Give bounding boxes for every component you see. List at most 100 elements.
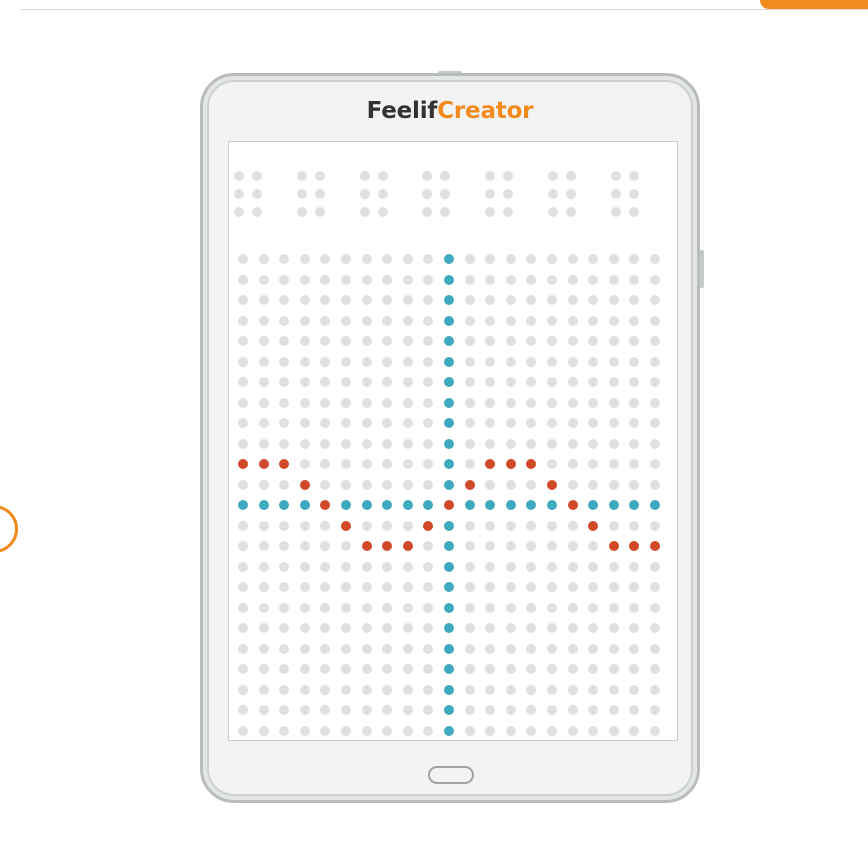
grid-dot — [279, 684, 290, 695]
grid-dot — [526, 295, 537, 305]
grid-dot — [464, 684, 475, 695]
grid-dot — [650, 561, 660, 572]
grid-dot — [464, 705, 475, 715]
grid-dot — [320, 418, 331, 428]
grid-dot — [526, 418, 537, 428]
tablet-device: FeelifCreator — [200, 73, 700, 803]
grid-dot — [423, 397, 434, 408]
grid-dot — [341, 418, 351, 428]
grid-dot — [567, 705, 578, 715]
grid-dot — [650, 274, 660, 285]
grid-dot — [238, 336, 248, 346]
grid-dot — [588, 541, 599, 551]
grid-dot — [299, 356, 310, 367]
grid-dot — [547, 664, 557, 674]
grid-dot — [526, 520, 537, 531]
grid-dot — [608, 479, 619, 490]
home-button-icon[interactable] — [428, 766, 474, 784]
axis-dot — [238, 500, 248, 510]
grid-dot — [299, 397, 310, 408]
grid-dot — [629, 274, 640, 285]
grid-dot — [526, 541, 537, 551]
grid-dot — [361, 602, 372, 613]
axis-dot — [444, 336, 454, 346]
grid-dot — [526, 602, 537, 613]
grid-dot — [567, 459, 578, 469]
grid-dot — [547, 541, 557, 551]
grid-dot — [547, 705, 557, 715]
grid-dot — [341, 459, 351, 469]
grid-dot — [382, 520, 393, 531]
grid-dot — [258, 643, 269, 654]
grid-dot — [238, 684, 248, 695]
grid-dot — [238, 664, 248, 674]
grid-dot — [505, 602, 516, 613]
grid-dot — [361, 561, 372, 572]
grid-dot — [238, 315, 248, 326]
grid-dot — [279, 561, 290, 572]
braille-dot — [377, 171, 388, 181]
grid-dot — [464, 623, 475, 633]
grid-dot — [650, 459, 660, 469]
axis-dot — [423, 500, 434, 510]
grid-dot — [382, 336, 393, 346]
grid-dot — [485, 541, 496, 551]
braille-dot — [296, 207, 307, 217]
brand-name-creator: Creator — [437, 98, 534, 124]
graph-dot — [588, 520, 599, 531]
grid-dot — [588, 418, 599, 428]
grid-dot — [608, 315, 619, 326]
grid-dot — [505, 377, 516, 387]
grid-dot — [279, 643, 290, 654]
grid-dot — [361, 397, 372, 408]
grid-dot — [650, 643, 660, 654]
grid-dot — [423, 274, 434, 285]
grid-dot — [547, 561, 557, 572]
grid-dot — [588, 561, 599, 572]
grid-dot — [361, 377, 372, 387]
grid-dot — [567, 623, 578, 633]
grid-dot — [505, 254, 516, 264]
axis-dot — [588, 500, 599, 510]
grid-dot — [238, 397, 248, 408]
grid-dot — [567, 602, 578, 613]
grid-dot — [526, 725, 537, 736]
grid-dot — [279, 705, 290, 715]
grid-dot — [238, 725, 248, 736]
grid-dot — [608, 418, 619, 428]
grid-dot — [402, 705, 413, 715]
grid-dot — [588, 438, 599, 449]
grid-dot — [238, 541, 248, 551]
grid-dot — [547, 295, 557, 305]
grid-dot — [279, 315, 290, 326]
grid-dot — [320, 254, 331, 264]
grid-dot — [650, 684, 660, 695]
grid-dot — [299, 274, 310, 285]
braille-dot — [234, 171, 244, 181]
grid-dot — [526, 643, 537, 654]
braille-dot — [440, 207, 451, 217]
grid-dot — [258, 664, 269, 674]
grid-dot — [320, 623, 331, 633]
grid-dot — [526, 254, 537, 264]
graph-dot — [650, 541, 660, 551]
braille-dot — [359, 207, 370, 217]
grid-dot — [423, 356, 434, 367]
grid-dot — [526, 705, 537, 715]
grid-dot — [505, 418, 516, 428]
grid-dot — [361, 356, 372, 367]
grid-dot — [567, 295, 578, 305]
grid-dot — [402, 438, 413, 449]
grid-dot — [238, 274, 248, 285]
braille-dot — [314, 207, 325, 217]
grid-dot — [361, 725, 372, 736]
grid-dot — [464, 315, 475, 326]
axis-dot — [444, 705, 454, 715]
grid-dot — [547, 274, 557, 285]
grid-dot — [258, 541, 269, 551]
grid-dot — [402, 397, 413, 408]
grid-dot — [608, 438, 619, 449]
grid-dot — [341, 623, 351, 633]
grid-dot — [526, 438, 537, 449]
grid-dot — [608, 295, 619, 305]
